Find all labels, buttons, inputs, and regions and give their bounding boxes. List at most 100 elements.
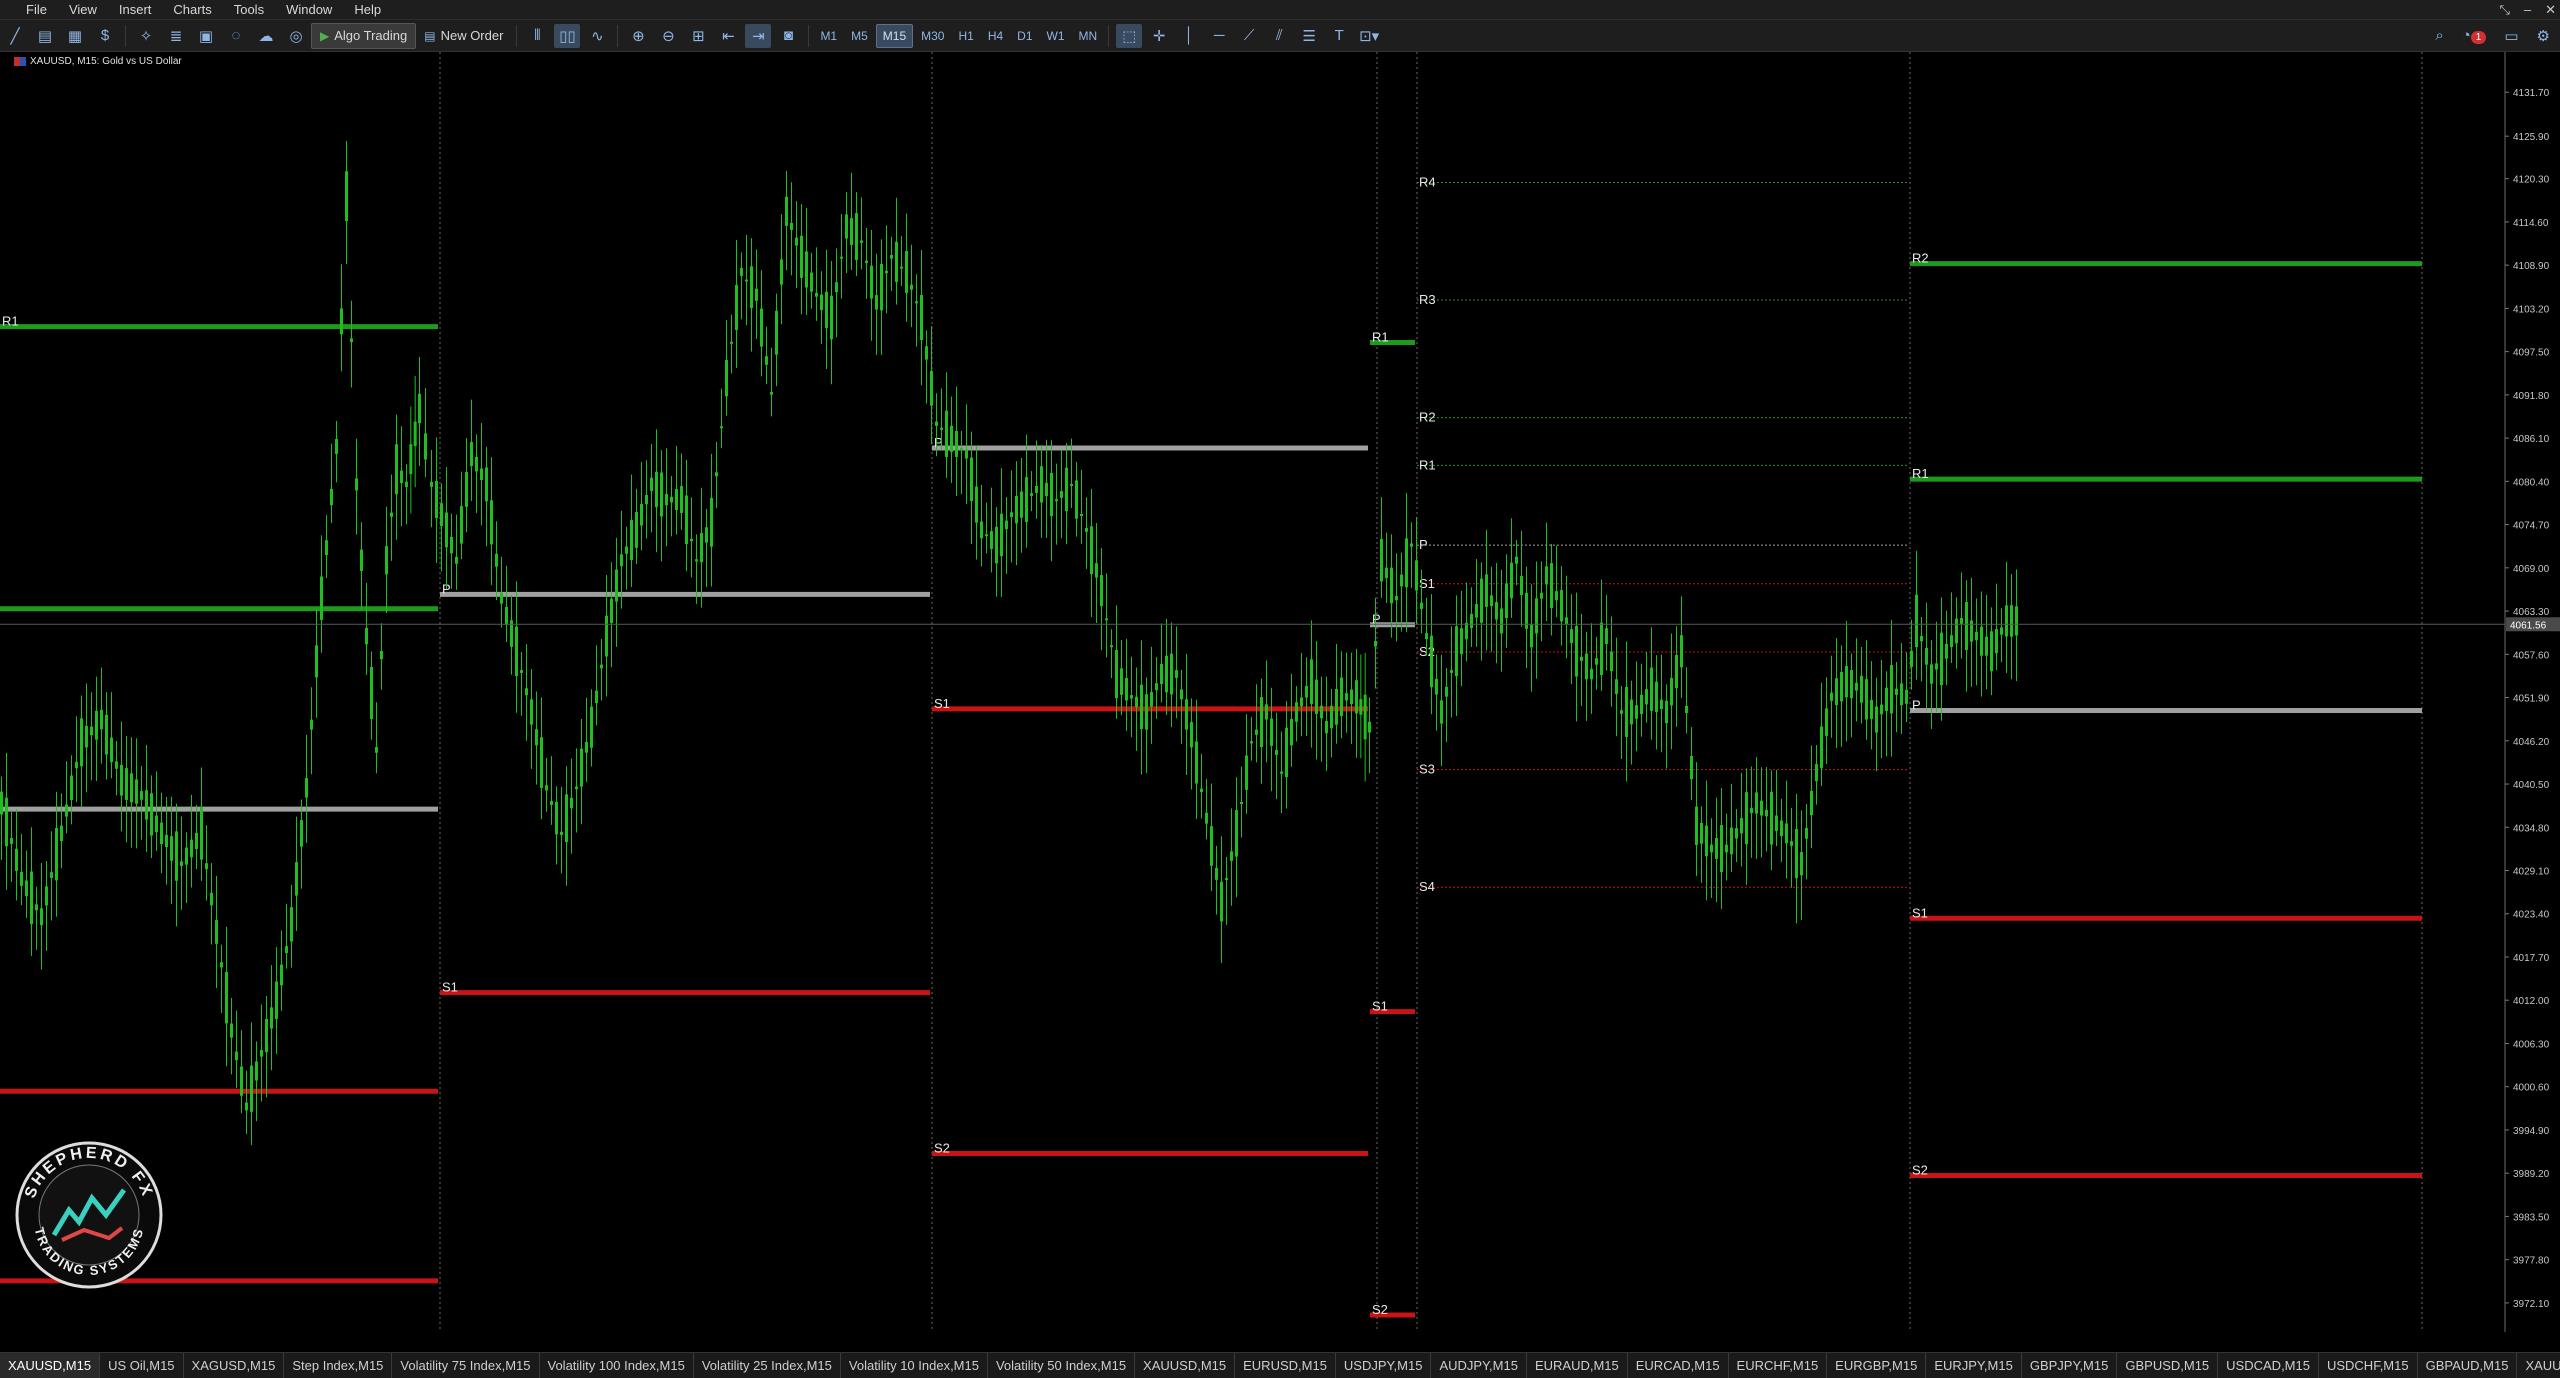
- restore-icon[interactable]: ⤡: [2499, 2, 2509, 18]
- crosshair-icon[interactable]: ✛: [1146, 24, 1172, 48]
- text-icon[interactable]: T: [1326, 24, 1352, 48]
- price-tick-label: 3994.90: [2513, 1126, 2550, 1137]
- price-chart[interactable]: R1PS1R1PS1S2R1PS1S2R4R3R2R1PS1S2S3S4R2R1…: [0, 52, 2560, 1332]
- candle-body: [840, 256, 843, 259]
- menu-file[interactable]: File: [0, 0, 58, 19]
- vertical-line-icon[interactable]: │: [1176, 24, 1202, 48]
- candle-body: [250, 1065, 253, 1112]
- chart-tab[interactable]: US Oil,M15: [100, 1353, 184, 1378]
- menu-view[interactable]: View: [58, 0, 108, 19]
- chart-templates-icon[interactable]: ▤: [32, 24, 58, 48]
- timeframe-h1[interactable]: H1: [952, 25, 979, 47]
- chart-tab[interactable]: EURJPY,M15: [1926, 1353, 2022, 1378]
- chart-tab[interactable]: GBPJPY,M15: [2022, 1353, 2118, 1378]
- search-icon[interactable]: ⌕: [2435, 27, 2443, 44]
- timeframe-d1[interactable]: D1: [1011, 25, 1038, 47]
- candle-body: [1190, 722, 1193, 748]
- zoom-out-icon[interactable]: ⊖: [655, 24, 681, 48]
- candle-body: [1885, 687, 1888, 711]
- chart-tab[interactable]: XAGUSD,M15: [184, 1353, 285, 1378]
- chart-area[interactable]: R1PS1R1PS1S2R1PS1S2R4R3R2R1PS1S2S3S4R2R1…: [0, 52, 2560, 1332]
- minimize-icon[interactable]: –: [2524, 2, 2531, 17]
- timeframe-h4[interactable]: H4: [982, 25, 1009, 47]
- profile-icon[interactable]: ▦: [62, 24, 88, 48]
- chart-tab[interactable]: XAUUSD,H1: [2517, 1353, 2560, 1378]
- chart-tab[interactable]: USDJPY,M15: [1336, 1353, 1432, 1378]
- candle-body: [255, 1061, 258, 1081]
- chart-tab[interactable]: GBPUSD,M15: [2117, 1353, 2219, 1378]
- candle-body: [1195, 741, 1198, 784]
- candlestick-icon[interactable]: ▯▯: [554, 23, 581, 48]
- autoscroll-icon[interactable]: ⇤: [715, 24, 741, 48]
- chart-tab[interactable]: EURGBP,M15: [1827, 1353, 1927, 1378]
- menu-window[interactable]: Window: [275, 0, 343, 19]
- candle-body: [1315, 679, 1318, 714]
- settings-icon[interactable]: ⚙: [2537, 27, 2550, 45]
- chart-tab-bar: XAUUSD,M15 US Oil,M15 XAGUSD,M15 Step Index…: [0, 1352, 2560, 1378]
- chart-tab[interactable]: EURUSD,M15: [1235, 1353, 1336, 1378]
- trendline-icon[interactable]: ⟋: [1236, 24, 1262, 48]
- timeframe-m30[interactable]: M30: [915, 25, 950, 47]
- channel-icon[interactable]: ⫽: [1266, 24, 1292, 48]
- zoom-in-icon[interactable]: ⊕: [625, 24, 651, 48]
- chart-tab[interactable]: XAUUSD,M15: [1135, 1353, 1236, 1378]
- ide-icon[interactable]: ≣: [163, 24, 189, 48]
- menu-tools[interactable]: Tools: [223, 0, 275, 19]
- timeframe-m15[interactable]: M15: [875, 23, 914, 48]
- candle-body: [1495, 602, 1498, 620]
- chart-tab[interactable]: GBPAUD,M15: [2418, 1353, 2518, 1378]
- candle-body: [945, 410, 948, 457]
- menu-insert[interactable]: Insert: [108, 0, 163, 19]
- candle-body: [300, 820, 303, 847]
- chart-tab[interactable]: EURCAD,M15: [1628, 1353, 1729, 1378]
- chart-tab[interactable]: Volatility 50 Index,M15: [988, 1353, 1136, 1378]
- candle-body: [200, 807, 203, 860]
- indicator-icon[interactable]: ✧: [133, 24, 159, 48]
- timeframe-mn[interactable]: MN: [1073, 25, 1104, 47]
- lock-icon[interactable]: ▣: [193, 24, 219, 48]
- screenshot-icon[interactable]: ◙: [775, 24, 801, 48]
- line-chart-icon[interactable]: ╱: [2, 24, 28, 48]
- menu-help[interactable]: Help: [343, 0, 392, 19]
- chart-tab[interactable]: Volatility 75 Index,M15: [392, 1353, 540, 1378]
- horizontal-line-icon[interactable]: ─: [1206, 24, 1232, 48]
- chart-tab[interactable]: AUDJPY,M15: [1431, 1353, 1527, 1378]
- candle-body: [1175, 670, 1178, 678]
- grid-icon[interactable]: ⊞: [685, 24, 711, 48]
- candle-body: [305, 778, 308, 798]
- candle-body: [440, 503, 443, 527]
- candle-body: [2000, 627, 2003, 635]
- bell-icon[interactable]: ◔ 1: [2462, 27, 2487, 44]
- candle-body: [785, 196, 788, 226]
- market-icon[interactable]: $: [92, 24, 118, 48]
- chart-tab[interactable]: XAUUSD,M15: [0, 1353, 101, 1378]
- chart-tab[interactable]: EURAUD,M15: [1527, 1353, 1628, 1378]
- signal-icon[interactable]: ◌: [223, 24, 249, 48]
- chart-tab[interactable]: USDCAD,M15: [2218, 1353, 2319, 1378]
- chart-shift-icon[interactable]: ⇥: [745, 23, 772, 48]
- candle-body: [865, 260, 868, 264]
- chart-tab[interactable]: Volatility 10 Index,M15: [841, 1353, 988, 1378]
- chart-tab[interactable]: USDCHF,M15: [2319, 1353, 2418, 1378]
- chart-tab[interactable]: Volatility 100 Index,M15: [540, 1353, 694, 1378]
- line-icon[interactable]: ∿: [584, 24, 610, 48]
- algo-trading-button[interactable]: ▶ Algo Trading: [311, 22, 417, 49]
- new-order-button[interactable]: ▤ New Order: [416, 24, 511, 48]
- menu-charts[interactable]: Charts: [162, 0, 222, 19]
- cursor-icon[interactable]: ⬚: [1116, 23, 1143, 48]
- chat-icon[interactable]: ▭: [2504, 27, 2518, 45]
- timeframe-m1[interactable]: M1: [814, 25, 843, 47]
- shapes-icon[interactable]: ⊡▾: [1356, 24, 1382, 48]
- chart-tab[interactable]: Volatility 25 Index,M15: [694, 1353, 841, 1378]
- chart-tab[interactable]: EURCHF,M15: [1729, 1353, 1828, 1378]
- timeframe-m5[interactable]: M5: [845, 25, 874, 47]
- candle-body: [975, 486, 978, 523]
- chart-tab[interactable]: Step Index,M15: [284, 1353, 393, 1378]
- bar-chart-icon[interactable]: ⫴: [524, 24, 550, 48]
- fibonacci-icon[interactable]: ☰: [1296, 24, 1322, 48]
- candle-body: [1525, 592, 1528, 629]
- globe-icon[interactable]: ◎: [283, 24, 309, 48]
- cloud-icon[interactable]: ☁: [253, 24, 279, 48]
- timeframe-w1[interactable]: W1: [1041, 25, 1071, 47]
- close-icon[interactable]: ✕: [2545, 2, 2556, 18]
